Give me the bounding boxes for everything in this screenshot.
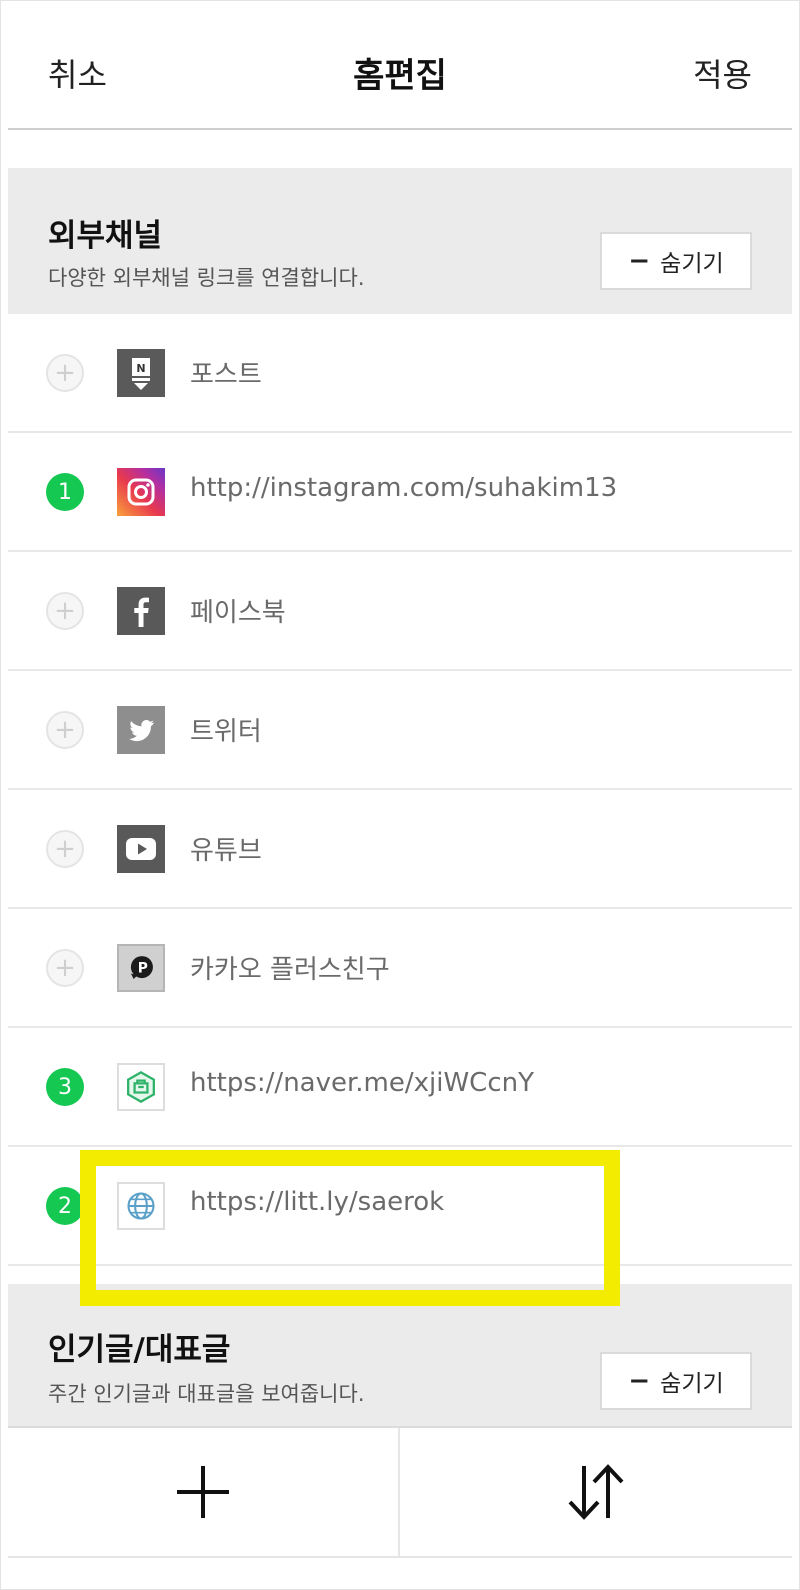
add-channel-icon[interactable]: + (46, 711, 84, 749)
add-channel-icon[interactable]: + (46, 830, 84, 868)
channel-label: 트위터 (190, 717, 262, 747)
channel-row-youtube[interactable]: + 유튜브 (8, 790, 792, 909)
instagram-icon (117, 468, 165, 516)
minus-icon: − (628, 246, 651, 276)
section-description: 주간 인기글과 대표글을 보여줍니다. (48, 1382, 365, 1406)
svg-text:P: P (138, 961, 148, 977)
section-title: 인기글/대표글 (48, 1332, 231, 1368)
hide-section-button[interactable]: − 숨기기 (600, 232, 752, 290)
channel-label: https://litt.ly/saerok (190, 1187, 445, 1217)
reorder-button[interactable] (400, 1428, 792, 1556)
channel-label: 페이스북 (190, 598, 286, 628)
bottom-toolbar (8, 1426, 792, 1558)
hide-section-button[interactable]: − 숨기기 (600, 1352, 752, 1410)
channel-row-post[interactable]: + N 포스트 (8, 314, 792, 433)
twitter-icon (117, 706, 165, 754)
globe-icon (117, 1182, 165, 1230)
add-channel-icon[interactable]: + (46, 592, 84, 630)
hide-button-label: 숨기기 (660, 251, 724, 277)
minus-icon: − (628, 1366, 651, 1396)
channel-row-kakao[interactable]: + P 카카오 플러스친구 (8, 909, 792, 1028)
section-description: 다양한 외부채널 링크를 연결합니다. (48, 266, 365, 290)
channel-label: 카카오 플러스친구 (190, 955, 390, 985)
naver-post-icon: N (117, 349, 165, 397)
channel-label: 유튜브 (190, 836, 262, 866)
order-badge: 1 (46, 473, 84, 511)
channel-row-naver-link[interactable]: 3 https://naver.me/xjiWCcnY (8, 1028, 792, 1147)
add-button[interactable] (8, 1428, 400, 1556)
section-title: 외부채널 (48, 218, 163, 254)
order-badge: 2 (46, 1187, 84, 1225)
apply-button[interactable]: 적용 (693, 50, 752, 96)
external-channel-section-header: 외부채널 다양한 외부채널 링크를 연결합니다. − 숨기기 (8, 168, 792, 314)
youtube-icon (117, 825, 165, 873)
channel-label: http://instagram.com/suhakim13 (190, 473, 618, 503)
sort-arrows-icon (568, 1464, 624, 1520)
popular-posts-section-header: 인기글/대표글 주간 인기글과 대표글을 보여줍니다. − 숨기기 (8, 1284, 792, 1426)
page-title: 홈편집 (353, 56, 447, 96)
channel-label: https://naver.me/xjiWCcnY (190, 1068, 534, 1098)
add-channel-icon[interactable]: + (46, 354, 84, 392)
add-channel-icon[interactable]: + (46, 949, 84, 987)
kakao-plus-icon: P (117, 944, 165, 992)
top-header: 취소 홈편집 적용 (8, 0, 792, 130)
naver-store-icon (117, 1063, 165, 1111)
order-badge: 3 (46, 1068, 84, 1106)
channel-label: 포스트 (190, 360, 262, 390)
channel-row-custom-link[interactable]: 2 https://litt.ly/saerok (8, 1147, 792, 1266)
channel-row-facebook[interactable]: + 페이스북 (8, 552, 792, 671)
channel-row-instagram[interactable]: 1 http://instagram.com/suhakim13 (8, 433, 792, 552)
plus-icon (177, 1466, 229, 1518)
hide-button-label: 숨기기 (660, 1371, 724, 1397)
facebook-icon (117, 587, 165, 635)
channel-row-twitter[interactable]: + 트위터 (8, 671, 792, 790)
svg-text:N: N (136, 362, 145, 375)
